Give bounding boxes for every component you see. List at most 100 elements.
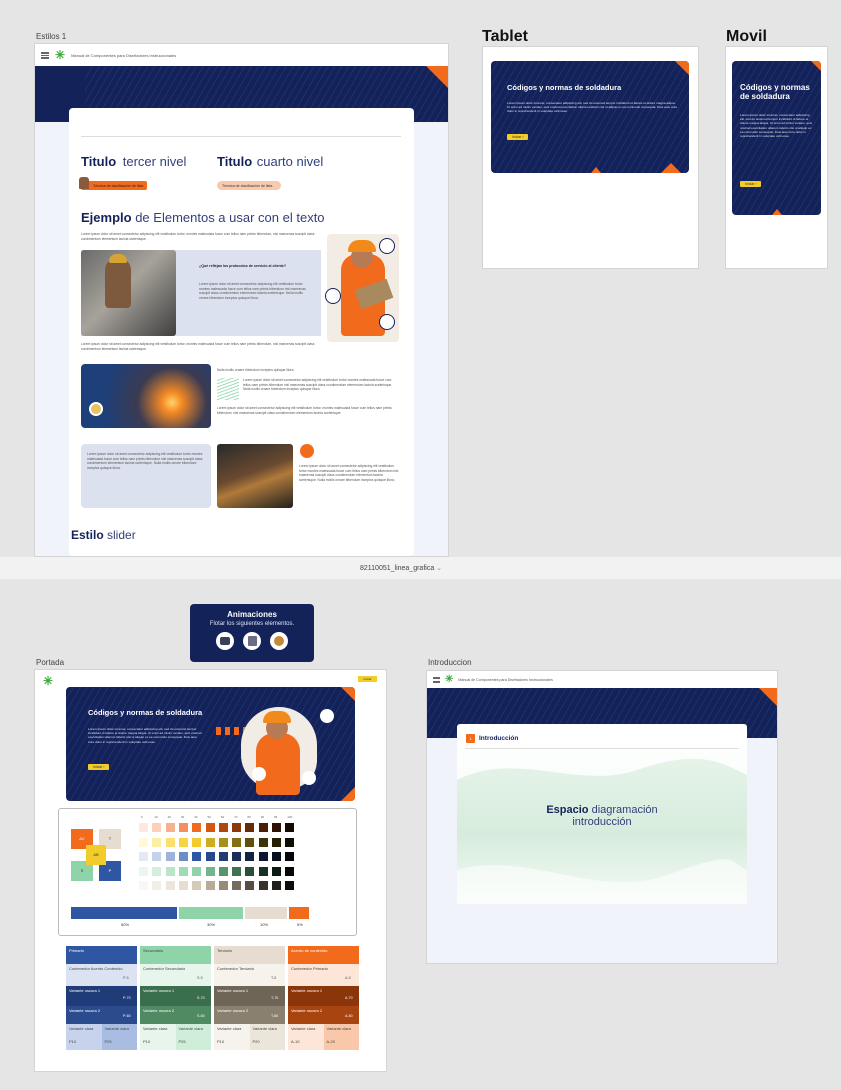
tone-swatch — [139, 866, 148, 876]
tag-peach: Técnica de clasificación de lista — [217, 181, 281, 190]
card-light-1: Variante clara — [288, 1024, 324, 1037]
card-header: Terciario — [214, 946, 285, 964]
movil-hero: Códigos y normas de soldadura Lorem ipsu… — [732, 61, 821, 215]
frame-label-introduccion: Introduccion — [428, 658, 472, 667]
card-light-1: Variante clara — [140, 1024, 176, 1037]
tone-swatch — [232, 852, 242, 861]
tone-swatch — [165, 881, 175, 890]
tone-swatch — [165, 866, 175, 876]
tone-swatch — [192, 852, 202, 861]
card-code-1: P10 — [140, 1037, 176, 1050]
tone-swatch — [152, 852, 162, 861]
tone-swatch — [272, 823, 281, 832]
canvas-name-dropdown[interactable]: 82110051_linea_grafica ⌄ — [360, 564, 442, 572]
tone-swatch — [139, 823, 148, 832]
intro-header: ✳ Manual de Componentes para Diseñadores… — [427, 671, 777, 688]
tone-col-label: 70 — [234, 815, 238, 819]
hero-circle-icon-3 — [302, 771, 316, 785]
tone-swatch — [258, 837, 268, 847]
orange-triangle-icon — [426, 66, 448, 88]
tone-col-label: 10 — [154, 815, 158, 819]
ejemplo-bold: Ejemplo — [81, 210, 132, 225]
tone-swatch — [285, 866, 295, 876]
tone-swatch — [232, 823, 242, 832]
tone-swatch — [245, 866, 255, 876]
portada-start-chip[interactable]: Iniciar — [358, 676, 377, 682]
tone-swatch — [205, 852, 215, 861]
tone-swatch — [258, 823, 268, 832]
movil-start-button[interactable]: Iniciar › — [740, 181, 762, 187]
portada-frame: ✳ Iniciar Códigos y normas de soldadura … — [35, 670, 386, 1071]
frame-label-portada: Portada — [36, 658, 65, 667]
tone-swatch — [218, 823, 228, 832]
tablet-start-button[interactable]: Iniciar › — [507, 134, 529, 140]
tone-swatch — [178, 837, 188, 847]
tone-swatch — [258, 866, 268, 876]
tone-swatch — [178, 852, 188, 861]
portada-hero-title: Códigos y normas de soldadura — [88, 708, 203, 717]
card-header: Secundario — [140, 946, 211, 964]
welding-photo — [81, 364, 211, 428]
card-light-1: Variante clara — [66, 1024, 102, 1037]
tablet-hero-text: Lorem ipsum dolor sit amet, consectetur … — [507, 101, 678, 114]
worker-circle-icon — [379, 314, 395, 330]
worker-avatar-icon — [300, 444, 314, 458]
tone-swatch — [205, 866, 215, 876]
tone-swatch — [178, 866, 188, 876]
tone-swatch — [272, 866, 281, 876]
tone-swatch — [165, 823, 175, 832]
tone-swatch — [218, 837, 228, 847]
tone-swatch — [285, 837, 295, 847]
chevron-down-icon: ⌄ — [436, 565, 443, 572]
estilos-frame: ✳ Manual de Componentes para Diseñadores… — [35, 44, 448, 556]
block-ab: AB — [86, 845, 106, 865]
ratio-bar — [71, 907, 309, 919]
tone-swatch — [165, 837, 175, 847]
para-3: Lorem ipsum dolor sit amet consectetur a… — [243, 378, 393, 392]
callout-question: ¿Qué reflejan los protocolos de servicio… — [199, 264, 287, 268]
tone-swatch — [152, 823, 162, 832]
tone-swatch — [272, 837, 281, 847]
espacio-light: diagramación — [591, 804, 658, 816]
card-code: P-70 — [123, 996, 131, 1000]
tone-col-label: 95 — [274, 815, 278, 819]
portada-start-button[interactable]: Iniciar › — [88, 764, 110, 770]
portada-logo-icon: ✳ — [43, 674, 54, 688]
estilos-header: ✳ Manual de Componentes para Diseñadores… — [35, 44, 448, 66]
manual-title: Manual de Componentes para Diseñadores I… — [71, 52, 177, 58]
card-light-2: Variante clara — [101, 1024, 137, 1037]
card-code: S-60 — [197, 1014, 205, 1018]
tone-swatch — [178, 823, 188, 832]
tone-header: 0 10 20 30 40 50 60 70 80 90 95 100 — [139, 815, 299, 821]
ratio-label-10: 10% — [260, 922, 269, 927]
intro-number-badge: 1 — [466, 734, 475, 743]
tone-swatch — [192, 866, 202, 876]
tone-swatch — [218, 866, 228, 876]
intro-menu-icon[interactable] — [433, 676, 440, 683]
tone-swatch — [139, 881, 148, 890]
tone-swatch — [258, 881, 268, 890]
ratio-primary — [71, 907, 177, 919]
card-container: Contenedor Secundario — [140, 964, 211, 986]
callout-text: Lorem ipsum dolor sit amet consectetur a… — [199, 282, 306, 300]
card-code-1: A-10 — [288, 1037, 324, 1050]
card-code: A-5 — [345, 976, 351, 980]
para-4: Lorem ipsum dolor sit amet consectetur a… — [217, 406, 392, 415]
frame-label-movil: Movil — [726, 28, 767, 45]
tablet-hero-title: Códigos y normas de soldadura — [507, 83, 622, 92]
card-code: S-5 — [197, 976, 203, 980]
grey-card-text: Lorem ipsum dolor sit amet consectetur a… — [87, 452, 203, 470]
card-light-1: Variante clara — [214, 1024, 250, 1037]
workers-photo — [217, 444, 293, 508]
gear-circle-icon — [379, 238, 395, 254]
tone-col-label: 20 — [167, 815, 171, 819]
hero-circle-icon-1 — [320, 709, 334, 723]
espacio-line2: introducción — [572, 816, 632, 828]
intro-manual-title: Manual de Componentes para Diseñadores I… — [458, 677, 553, 682]
menu-icon[interactable] — [41, 51, 49, 59]
ratio-label-30: 30% — [207, 922, 216, 927]
ejemplo-light: de Elementos a usar con el texto — [135, 210, 325, 225]
para-5: Lorem ipsum dolor sit amet consectetur a… — [299, 464, 399, 482]
tone-col-label: 40 — [194, 815, 198, 819]
tone-swatch — [205, 823, 215, 832]
